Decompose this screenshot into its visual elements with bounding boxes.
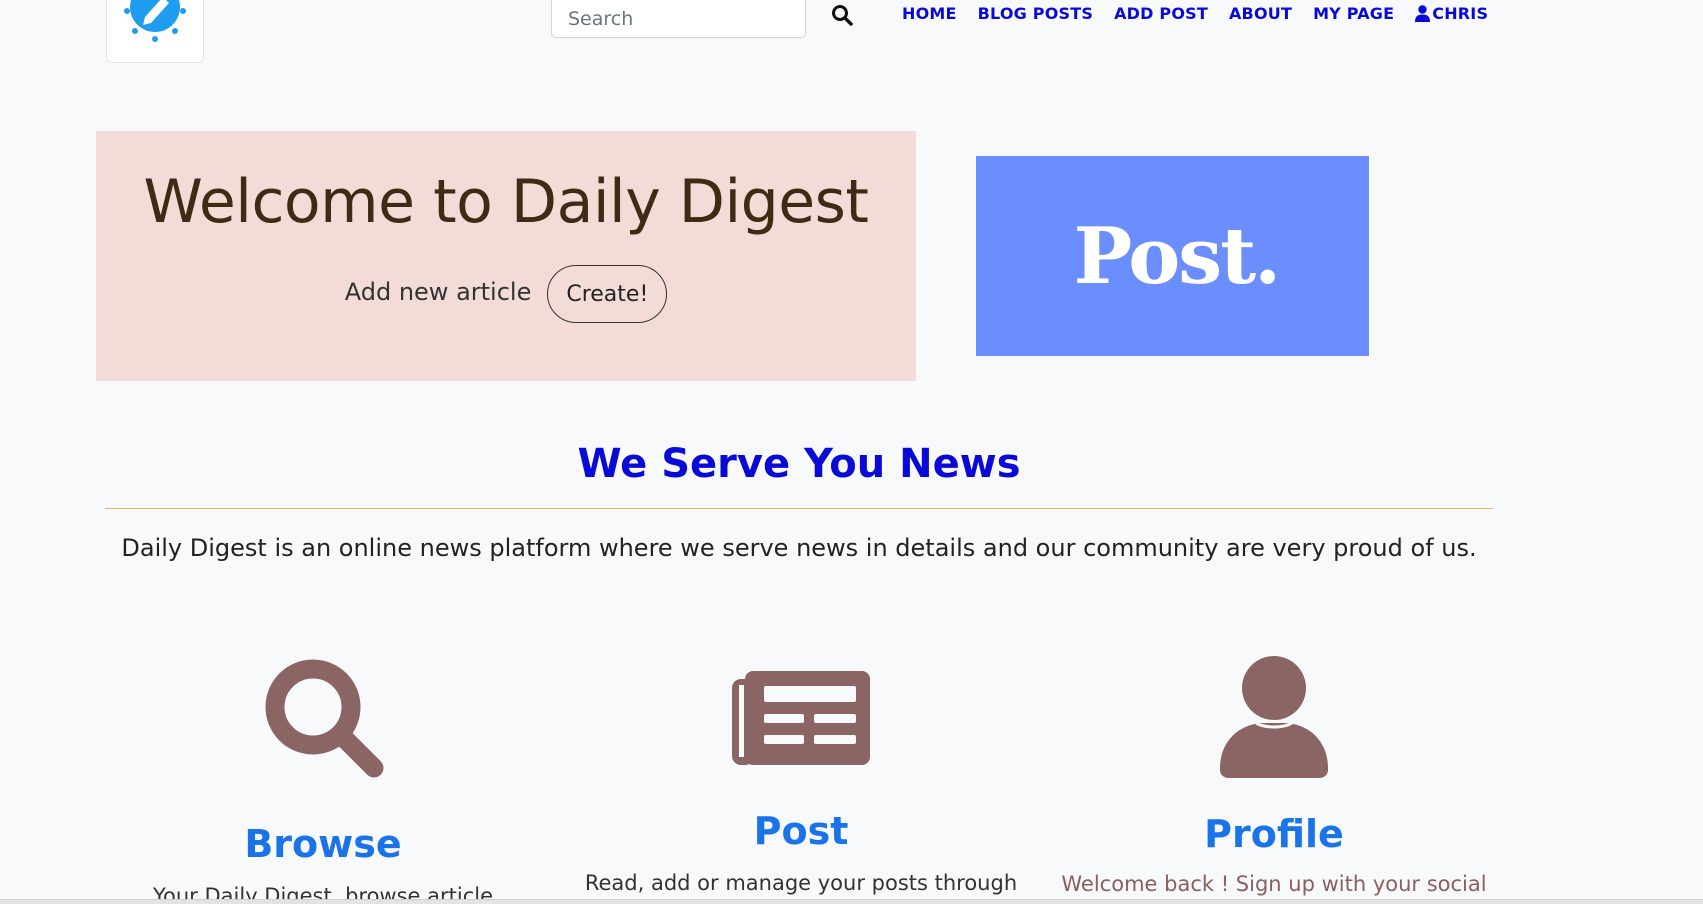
search-button[interactable] (829, 2, 855, 28)
add-article-row: Add new article Create! (96, 265, 916, 323)
nav-link-my-page[interactable]: MY PAGE (1313, 4, 1394, 23)
feature-description: Welcome back ! Sign up with your social (1061, 872, 1487, 896)
nav-link-user[interactable]: CHRIS (1415, 4, 1488, 23)
feature-title: Profile (1204, 812, 1344, 856)
main-nav: HOME BLOG POSTS ADD POST ABOUT MY PAGE C… (902, 4, 1488, 23)
post-banner-image: Post. (976, 156, 1369, 356)
nav-link-add-post[interactable]: ADD POST (1114, 4, 1208, 23)
newspaper-icon (732, 671, 870, 765)
section-description: Daily Digest is an online news platform … (121, 534, 1477, 562)
section-title: We Serve You News (577, 441, 1021, 487)
add-article-label: Add new article (344, 278, 532, 306)
search-input[interactable] (551, 0, 806, 38)
create-button[interactable]: Create! (547, 265, 668, 323)
user-icon (1415, 5, 1431, 22)
nav-link-home[interactable]: HOME (902, 4, 957, 23)
person-icon (1220, 656, 1328, 778)
nav-link-about[interactable]: ABOUT (1229, 4, 1292, 23)
nav-link-blog-posts[interactable]: BLOG POSTS (978, 4, 1093, 23)
feature-title: Browse (244, 822, 402, 866)
feature-description: Read, add or manage your posts through (584, 871, 1018, 895)
section-divider (105, 508, 1493, 509)
page: HOME BLOG POSTS ADD POST ABOUT MY PAGE C… (0, 0, 1703, 904)
feature-title: Post (753, 809, 849, 853)
feature-browse: Browse Your Daily Digest, browse article (123, 655, 523, 904)
pencil-sun-logo-icon (124, 0, 186, 42)
magnifier-icon (265, 659, 383, 778)
user-name-label: CHRIS (1432, 4, 1489, 23)
hero-title: Welcome to Daily Digest (143, 167, 869, 237)
post-banner-text: Post. (1073, 210, 1282, 302)
search-icon (832, 5, 853, 26)
feature-post: Post Read, add or manage your posts thro… (551, 655, 1051, 895)
feature-profile: Profile Welcome back ! Sign up with your… (1024, 655, 1524, 896)
horizontal-scrollbar[interactable] (0, 899, 1703, 904)
hero-panel: Welcome to Daily Digest Add new article … (96, 131, 916, 381)
site-logo[interactable] (106, 0, 204, 63)
